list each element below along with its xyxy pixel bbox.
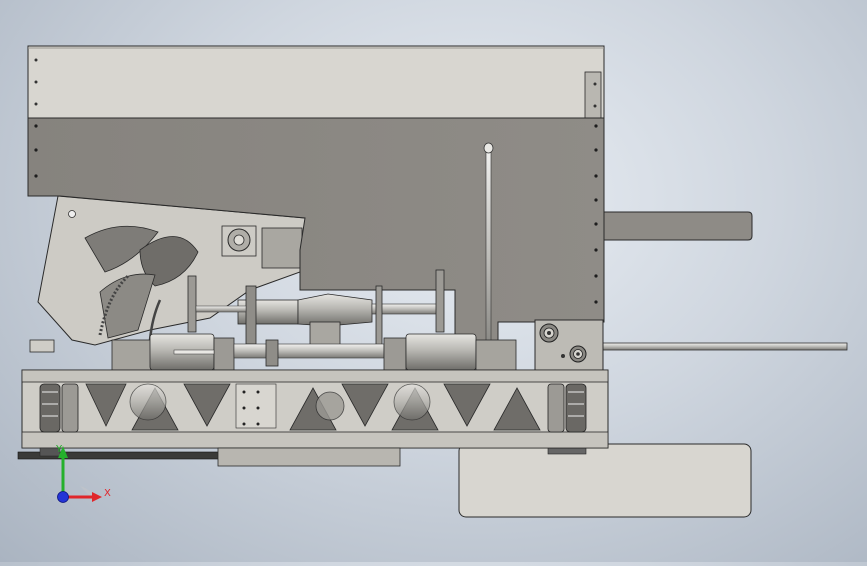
x-axis-label: X bbox=[104, 488, 111, 499]
truss-frame bbox=[21, 369, 609, 449]
cad-graphics-area[interactable]: Y X bbox=[0, 0, 867, 562]
x-axis-head bbox=[92, 492, 102, 502]
right-rail bbox=[599, 211, 753, 241]
mount-block bbox=[534, 319, 604, 371]
wheel-left bbox=[39, 383, 79, 433]
top-cover-panel bbox=[27, 45, 605, 119]
wheel-right bbox=[547, 383, 587, 433]
assembly-view[interactable]: Y X bbox=[0, 0, 867, 562]
z-axis-dot bbox=[57, 491, 69, 503]
y-axis-label: Y bbox=[55, 444, 63, 455]
bottom-tray bbox=[458, 443, 752, 518]
bottom-rail bbox=[17, 447, 401, 467]
